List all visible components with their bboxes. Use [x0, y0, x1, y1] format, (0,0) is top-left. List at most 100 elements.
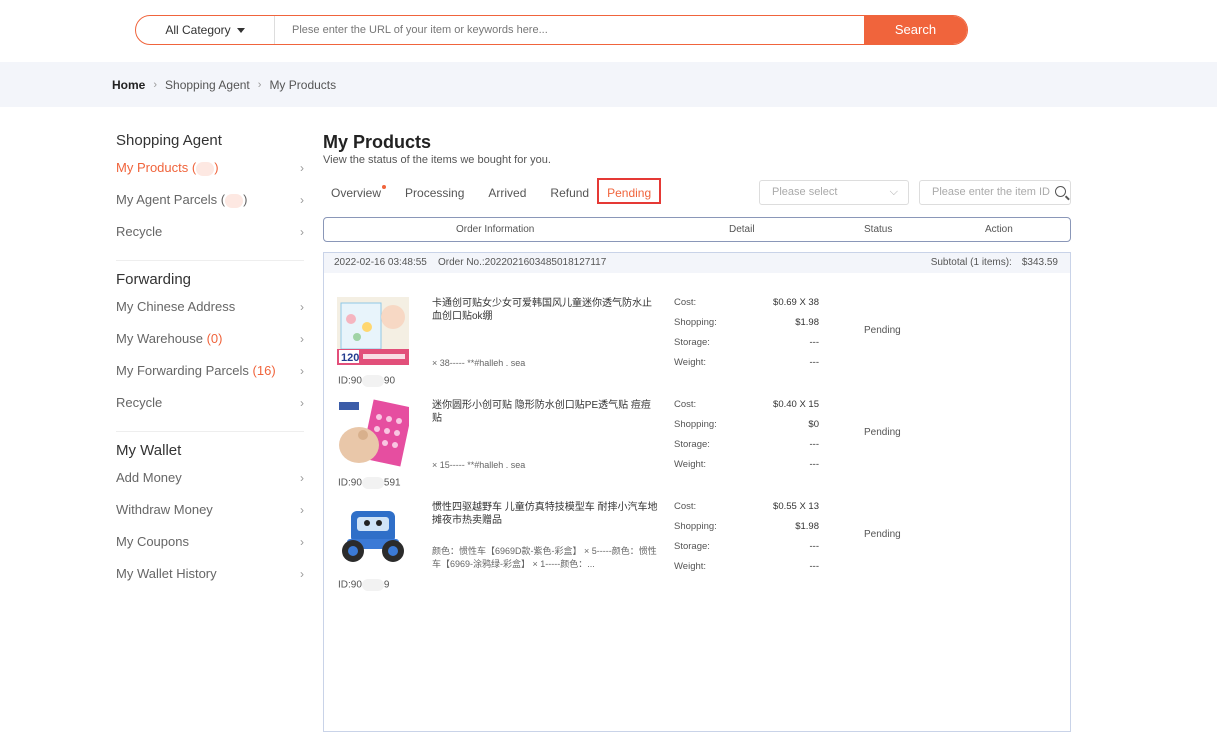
- tab-pending[interactable]: Pending: [597, 178, 662, 204]
- sidebar-item-add-money[interactable]: Add Money ›: [116, 462, 304, 494]
- sidebar-item-my-forwarding-parcels[interactable]: My Forwarding Parcels (16) ›: [116, 355, 304, 387]
- sidebar-item-label: Withdraw Money: [116, 502, 213, 517]
- shopping-label: Shopping:: [674, 521, 717, 532]
- sidebar-item-count: (0): [206, 331, 223, 346]
- sidebar-item-label: Add Money: [116, 470, 182, 485]
- sidebar-item-label: My Chinese Address: [116, 299, 236, 314]
- page-title: My Products: [323, 132, 432, 152]
- weight-label: Weight:: [674, 357, 707, 368]
- chevron-right-icon: ›: [153, 79, 158, 91]
- chevron-right-icon: ›: [257, 79, 262, 91]
- shopping-value: $1.98: [795, 521, 819, 532]
- status-tabs: Overview Processing Arrived Refund Pendi…: [323, 178, 662, 204]
- divider: [116, 260, 304, 261]
- cost-value: $0.55 X 13: [773, 501, 819, 512]
- sidebar-item-recycle[interactable]: Recycle ›: [116, 387, 304, 419]
- product-image[interactable]: 120: [337, 297, 409, 365]
- cost-label: Cost:: [674, 399, 697, 410]
- masked-count: [196, 161, 215, 176]
- tab-overview[interactable]: Overview: [323, 182, 389, 204]
- storage-value: ---: [809, 439, 820, 450]
- search-bar: All Category Search: [135, 15, 968, 45]
- table-row: ID:90 591 迷你圆形小创可贴 隐形防水创口贴PE透气贴 痘痘贴 × 15-…: [324, 385, 1070, 489]
- detail-block: Cost: $0.69 X 38 Shopping: $1.98 Storage: -…: [674, 297, 819, 377]
- category-dropdown[interactable]: All Category: [136, 16, 275, 44]
- product-name[interactable]: 惯性四驱越野车 儿童仿真特技模型车 耐摔小汽车地摊夜市热卖赠品: [432, 501, 658, 527]
- breadcrumb-home[interactable]: Home: [112, 78, 145, 92]
- chevron-right-icon: ›: [300, 567, 304, 581]
- table-row: ID:90 9 惯性四驱越野车 儿童仿真特技模型车 耐摔小汽车地摊夜市热卖赠品 颜…: [324, 487, 1070, 591]
- product-name[interactable]: 迷你圆形小创可贴 隐形防水创口贴PE透气贴 痘痘贴: [432, 399, 658, 425]
- status-badge: Pending: [864, 325, 901, 336]
- tab-arrived[interactable]: Arrived: [480, 182, 534, 204]
- weight-value: ---: [809, 561, 820, 572]
- sidebar-item-label: My Products (: [116, 160, 197, 175]
- chevron-right-icon: ›: [300, 193, 304, 207]
- breadcrumb-shopping-agent[interactable]: Shopping Agent: [165, 78, 250, 92]
- status-select[interactable]: Please select ⌵: [759, 180, 909, 205]
- chevron-right-icon: ›: [300, 471, 304, 485]
- sidebar-item-my-wallet-history[interactable]: My Wallet History ›: [116, 558, 304, 590]
- select-placeholder: Please select: [772, 186, 838, 198]
- sidebar-item-count: (16): [252, 363, 276, 378]
- product-image[interactable]: [337, 501, 409, 569]
- tab-processing[interactable]: Processing: [397, 182, 472, 204]
- item-id-suffix: 9: [383, 579, 390, 591]
- shopping-label: Shopping:: [674, 317, 717, 328]
- chevron-right-icon: ›: [300, 535, 304, 549]
- chevron-right-icon: ›: [300, 503, 304, 517]
- storage-label: Storage:: [674, 541, 710, 552]
- divider: [116, 431, 304, 432]
- weight-label: Weight:: [674, 561, 707, 572]
- sidebar-item-my-agent-parcels[interactable]: My Agent Parcels () ›: [116, 184, 304, 216]
- main-content: My Products View the status of the items…: [323, 132, 1073, 732]
- sidebar-item-recycle[interactable]: Recycle ›: [116, 216, 304, 248]
- sidebar-item-label: Recycle: [116, 395, 163, 410]
- product-name[interactable]: 卡通创可贴女少女可爱韩国风儿童迷你透气防水止血创口贴ok绷: [432, 297, 658, 323]
- weight-label: Weight:: [674, 459, 707, 470]
- weight-value: ---: [809, 357, 820, 368]
- table-header: Order Information Detail Status Action: [323, 217, 1071, 242]
- order-card: 2022-02-16 03:48:55 Order No.:2022021603…: [323, 252, 1071, 732]
- sidebar-item-withdraw-money[interactable]: Withdraw Money ›: [116, 494, 304, 526]
- caret-down-icon: [236, 28, 245, 34]
- cost-value: $0.40 X 15: [773, 399, 819, 410]
- category-label: All Category: [165, 23, 231, 37]
- col-status: Status: [864, 224, 893, 235]
- top-bar: All Category Search: [0, 0, 1217, 62]
- sidebar-item-label: My Agent Parcels (: [116, 192, 226, 207]
- detail-block: Cost: $0.40 X 15 Shopping: $0 Storage: --- …: [674, 399, 819, 479]
- order-date: 2022-02-16 03:48:55: [334, 257, 427, 268]
- order-number: Order No.:20220216034850181271​17: [438, 257, 607, 268]
- masked-count: [225, 193, 244, 208]
- cost-label: Cost:: [674, 501, 697, 512]
- col-detail: Detail: [729, 224, 755, 235]
- subtotal-label: Subtotal (1 items):: [930, 257, 1012, 268]
- detail-block: Cost: $0.55 X 13 Shopping: $1.98 Storage: -…: [674, 501, 819, 581]
- sidebar-item-my-coupons[interactable]: My Coupons ›: [116, 526, 304, 558]
- chevron-right-icon: ›: [300, 364, 304, 378]
- sidebar-item-my-chinese-address[interactable]: My Chinese Address ›: [116, 291, 304, 323]
- sidebar-group-title: Shopping Agent: [116, 132, 222, 149]
- status-badge: Pending: [864, 427, 901, 438]
- chevron-right-icon: ›: [300, 300, 304, 314]
- product-image[interactable]: [337, 399, 413, 467]
- sidebar-item-label: My Coupons: [116, 534, 189, 549]
- sidebar-item-my-products[interactable]: My Products () ›: [116, 152, 304, 184]
- search-icon[interactable]: [1055, 186, 1066, 197]
- masked-id: [361, 579, 384, 591]
- breadcrumb-my-products: My Products: [269, 78, 337, 92]
- notification-dot: [382, 185, 387, 189]
- cost-value: $0.69 X 38: [773, 297, 819, 308]
- table-row: 120 ID:90 90 卡通创可贴女少女可爱韩国风儿童迷你透气防水止血创口贴ok…: [324, 283, 1070, 387]
- product-quantity: × 38----- **#halleh . sea: [432, 358, 526, 368]
- sidebar-item-suffix: ): [243, 192, 248, 207]
- item-id-input[interactable]: Please enter the item ID: [919, 180, 1071, 205]
- search-button[interactable]: Search: [864, 16, 967, 44]
- sidebar-item-my-warehouse[interactable]: My Warehouse (0) ›: [116, 323, 304, 355]
- tab-refund[interactable]: Refund: [542, 182, 597, 204]
- storage-value: ---: [809, 337, 820, 348]
- storage-label: Storage:: [674, 439, 710, 450]
- shopping-value: $1.98: [795, 317, 819, 328]
- chevron-right-icon: ›: [300, 332, 304, 346]
